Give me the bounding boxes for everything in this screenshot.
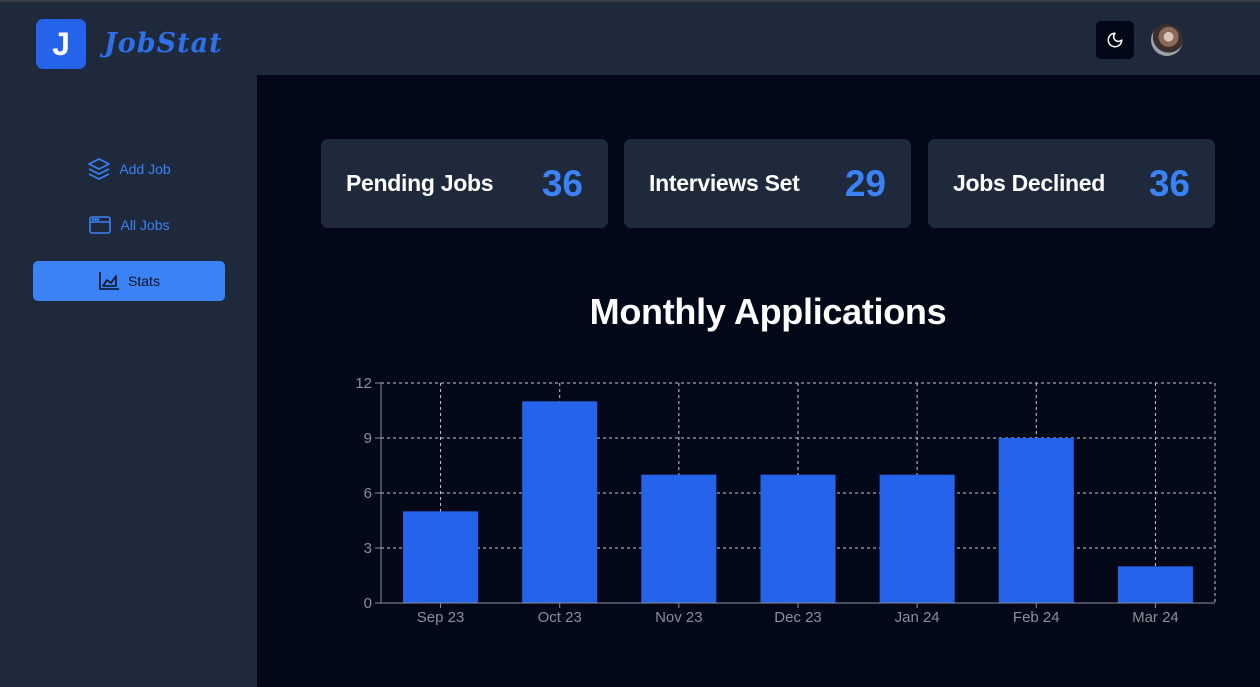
area-chart-icon: [99, 272, 120, 290]
stat-value: 36: [1148, 162, 1190, 204]
browser-window-icon: [89, 216, 112, 234]
bar-nov-23: [641, 474, 717, 603]
x-tick-label: Sep 23: [417, 609, 465, 626]
y-tick-label: 9: [364, 430, 372, 447]
sidebar-item-label: Stats: [128, 273, 160, 289]
sidebar-item-all-jobs[interactable]: All Jobs: [33, 205, 225, 245]
stat-label: Jobs Declined: [953, 170, 1106, 196]
bar-feb-24: [998, 438, 1074, 603]
x-tick-label: Jan 24: [895, 609, 940, 626]
stat-value: 36: [541, 162, 583, 204]
sidebar-item-label: All Jobs: [120, 217, 170, 233]
stat-card-pending: Pending Jobs 36: [321, 139, 608, 228]
stat-value: 29: [844, 162, 886, 204]
logo-badge[interactable]: J: [36, 19, 86, 69]
app-name: JobStat: [104, 28, 223, 59]
y-tick-label: 0: [364, 595, 372, 612]
x-tick-label: Mar 24: [1132, 609, 1179, 626]
y-tick-label: 3: [364, 540, 372, 557]
stat-label: Interviews Set: [649, 170, 800, 196]
bar-jan-24: [879, 474, 955, 603]
x-tick-label: Nov 23: [655, 609, 703, 626]
layers-icon: [88, 158, 111, 180]
stat-card-declined: Jobs Declined 36: [928, 139, 1215, 228]
x-tick-label: Dec 23: [774, 609, 822, 626]
top-navbar: J JobStat: [0, 2, 1260, 75]
y-tick-label: 12: [355, 375, 372, 392]
stat-label: Pending Jobs: [346, 170, 494, 196]
sidebar-item-label: Add Job: [119, 161, 171, 177]
user-avatar[interactable]: [1151, 24, 1183, 56]
x-tick-label: Feb 24: [1013, 609, 1060, 626]
chart-title: Monthly Applications: [589, 291, 947, 332]
y-tick-label: 6: [364, 485, 372, 502]
bar-sep-23: [403, 511, 479, 603]
sidebar-item-add-job[interactable]: Add Job: [33, 149, 225, 189]
moon-icon: [1107, 32, 1123, 48]
bar-dec-23: [760, 474, 836, 603]
monthly-applications-chart: 0 3 6 9 12 Sep 23 Oct 23 Nov 23 Dec 23 Jan 24 Feb …: [355, 375, 1216, 626]
stat-card-interviews: Interviews Set 29: [624, 139, 911, 228]
sidebar: Add Job All Jobs Stats: [0, 75, 257, 687]
sidebar-item-stats[interactable]: Stats: [33, 261, 225, 301]
bar-oct-23: [522, 401, 598, 603]
bar-mar-24: [1117, 566, 1193, 603]
theme-toggle-button[interactable]: [1096, 21, 1134, 59]
x-tick-label: Oct 23: [538, 609, 582, 626]
